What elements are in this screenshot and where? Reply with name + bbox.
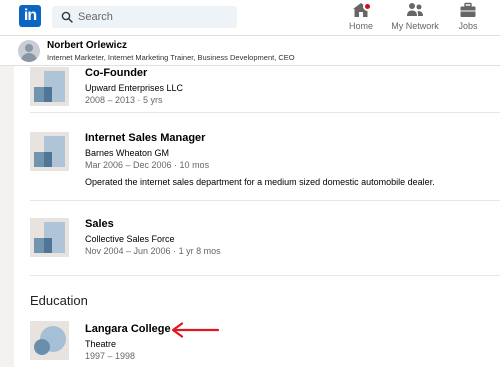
experience-dates: 2008 – 2013 · 5 yrs: [85, 95, 163, 105]
notification-badge: [363, 2, 372, 11]
nav-jobs-label: Jobs: [458, 21, 478, 31]
network-icon: [407, 3, 423, 16]
annotation-arrow-icon: [171, 322, 220, 338]
experience-title: Co-Founder: [85, 67, 148, 79]
experience-company: Upward Enterprises LLC: [85, 83, 184, 93]
experience-company: Barnes Wheaton GM: [85, 148, 170, 158]
education-school: Langara College: [85, 323, 171, 335]
experience-company: Collective Sales Force: [85, 234, 175, 244]
nav-home[interactable]: Home: [331, 2, 391, 33]
avatar[interactable]: [18, 40, 40, 62]
search-box[interactable]: [52, 6, 237, 28]
profile-card: Co-Founder Upward Enterprises LLC 2008 –…: [14, 66, 500, 367]
education-section-title: Education: [30, 293, 88, 308]
company-logo: [30, 132, 69, 171]
education-dates: 1997 – 1998: [85, 351, 136, 361]
briefcase-icon: [460, 2, 476, 17]
experience-dates: Nov 2004 – Jun 2006 · 1 yr 8 mos: [85, 246, 221, 256]
divider: [30, 275, 500, 276]
company-logo: [30, 67, 69, 106]
nav-home-label: Home: [348, 21, 373, 31]
top-nav: in Home My Network Jobs: [0, 0, 500, 35]
divider: [30, 200, 500, 201]
profile-headline: Internet Marketer, Internet Marketing Tr…: [47, 53, 295, 62]
experience-title: Internet Sales Manager: [85, 132, 206, 144]
search-input[interactable]: [76, 6, 231, 28]
school-logo: [30, 321, 69, 360]
nav-jobs[interactable]: Jobs: [438, 2, 498, 33]
nav-network-label: My Network: [391, 21, 439, 31]
nav-my-network[interactable]: My Network: [385, 2, 445, 33]
company-logo: [30, 218, 69, 257]
profile-bar: Norbert Orlewicz Internet Marketer, Inte…: [0, 35, 500, 66]
profile-name[interactable]: Norbert Orlewicz: [47, 40, 127, 51]
search-icon: [61, 11, 73, 23]
linkedin-logo[interactable]: in: [19, 5, 41, 27]
experience-description: Operated the internet sales department f…: [85, 177, 435, 187]
education-field: Theatre: [85, 339, 117, 349]
divider: [30, 112, 500, 113]
experience-dates: Mar 2006 – Dec 2006 · 10 mos: [85, 160, 210, 170]
experience-title: Sales: [85, 218, 114, 230]
